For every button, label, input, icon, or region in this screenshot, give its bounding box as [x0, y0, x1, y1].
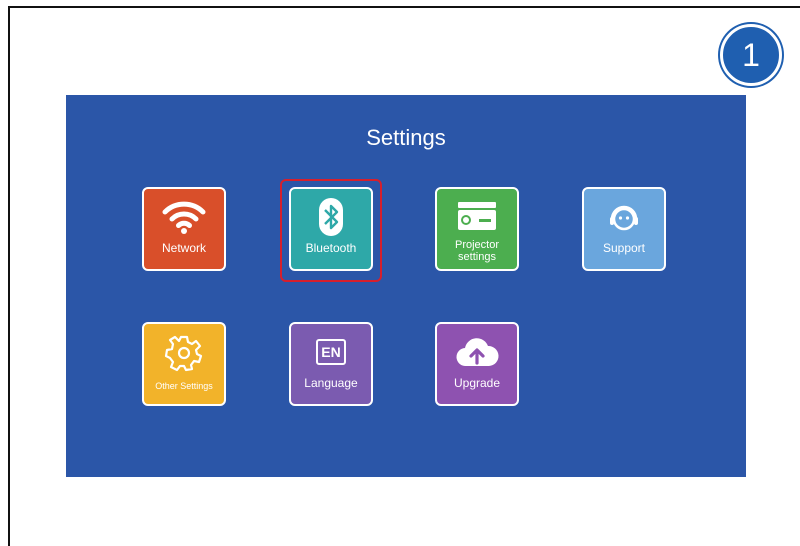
tile-language[interactable]: EN Language	[289, 322, 373, 406]
tile-projector-settings[interactable]: Projector settings	[435, 187, 519, 271]
en-badge: EN	[316, 339, 346, 365]
gear-icon	[164, 332, 204, 372]
tile-label: Network	[161, 241, 206, 255]
step-number: 1	[742, 36, 760, 73]
tile-support[interactable]: Support	[582, 187, 666, 271]
support-headset-icon	[604, 197, 644, 237]
tile-label: Projector settings	[454, 239, 500, 263]
tile-network[interactable]: Network	[142, 187, 226, 271]
settings-screen: Settings Network Bluetooth Projector set…	[66, 95, 746, 477]
language-en-icon: EN	[316, 332, 346, 372]
page-title: Settings	[366, 125, 446, 150]
tile-bluetooth[interactable]: Bluetooth	[289, 187, 373, 271]
step-number-badge: 1	[720, 24, 782, 86]
tile-label: Language	[304, 376, 358, 390]
tile-label: Upgrade	[453, 376, 501, 390]
tile-label: Support	[602, 241, 646, 255]
bluetooth-icon	[318, 197, 344, 237]
cloud-upload-icon	[455, 332, 499, 372]
wifi-icon	[162, 197, 206, 237]
projector-icon	[455, 197, 499, 237]
tile-label: Other Settings	[155, 381, 213, 391]
tile-other-settings[interactable]: Other Settings	[142, 322, 226, 406]
tile-label: Bluetooth	[305, 241, 357, 255]
tile-upgrade[interactable]: Upgrade	[435, 322, 519, 406]
